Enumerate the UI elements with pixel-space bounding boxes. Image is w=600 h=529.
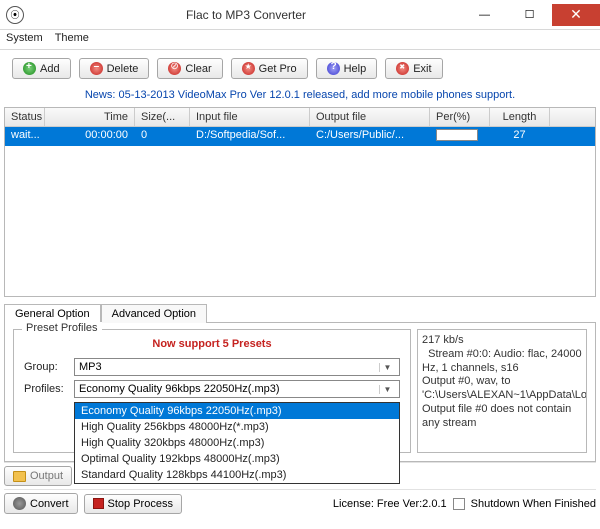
preset-support-text: Now support 5 Presets: [24, 338, 400, 350]
col-per[interactable]: Per(%): [430, 108, 490, 126]
gear-icon: [13, 497, 26, 510]
profiles-value: Economy Quality 96kbps 22050Hz(.mp3): [79, 383, 379, 395]
output-button[interactable]: Output: [4, 466, 72, 486]
add-icon: [23, 62, 36, 75]
cell-status: wait...: [5, 127, 45, 146]
col-status[interactable]: Status: [5, 108, 45, 126]
preset-profiles-group: Preset Profiles Now support 5 Presets Gr…: [13, 329, 411, 453]
stop-label: Stop Process: [108, 498, 173, 510]
convert-button[interactable]: Convert: [4, 493, 78, 514]
news-link[interactable]: News: 05-13-2013 VideoMax Pro Ver 12.0.1…: [0, 87, 600, 107]
delete-button[interactable]: Delete: [79, 58, 150, 79]
cell-input: D:/Softpedia/Sof...: [190, 127, 310, 146]
group-combo[interactable]: MP3 ▼: [74, 358, 400, 376]
profiles-label: Profiles:: [24, 383, 70, 395]
shutdown-checkbox[interactable]: [453, 498, 465, 510]
getpro-label: Get Pro: [259, 63, 297, 75]
folder-icon: [13, 471, 26, 482]
add-label: Add: [40, 63, 60, 75]
chevron-down-icon: ▼: [379, 385, 395, 394]
clear-label: Clear: [185, 63, 211, 75]
shutdown-label: Shutdown When Finished: [471, 498, 596, 510]
help-label: Help: [344, 63, 367, 75]
profile-option[interactable]: Economy Quality 96kbps 22050Hz(.mp3): [75, 403, 399, 419]
help-button[interactable]: Help: [316, 58, 378, 79]
cell-per: [430, 127, 490, 146]
close-button[interactable]: ✕: [552, 4, 600, 26]
cell-size: 0: [135, 127, 190, 146]
cell-time: 00:00:00: [45, 127, 135, 146]
cell-length: 27: [490, 127, 550, 146]
file-table: Status Time Size(... Input file Output f…: [4, 107, 596, 297]
table-row[interactable]: wait... 00:00:00 0 D:/Softpedia/Sof... C…: [5, 127, 595, 146]
profile-option[interactable]: Standard Quality 128kbps 44100Hz(.mp3): [75, 467, 399, 483]
clear-icon: [168, 62, 181, 75]
tab-advanced[interactable]: Advanced Option: [101, 304, 207, 323]
stop-icon: [93, 498, 104, 509]
cell-output: C:/Users/Public/...: [310, 127, 430, 146]
preset-legend: Preset Profiles: [22, 322, 102, 334]
exit-button[interactable]: Exit: [385, 58, 442, 79]
profile-option[interactable]: High Quality 320kbps 48000Hz(.mp3): [75, 435, 399, 451]
output-label: Output: [30, 470, 63, 482]
convert-label: Convert: [30, 498, 69, 510]
exit-icon: [396, 62, 409, 75]
col-time[interactable]: Time: [45, 108, 135, 126]
profile-option[interactable]: Optimal Quality 192kbps 48000Hz(.mp3): [75, 451, 399, 467]
col-output[interactable]: Output file: [310, 108, 430, 126]
col-input[interactable]: Input file: [190, 108, 310, 126]
maximize-button[interactable]: ☐: [507, 4, 552, 26]
table-header: Status Time Size(... Input file Output f…: [5, 108, 595, 127]
app-icon: ⦿: [6, 6, 24, 24]
stop-button[interactable]: Stop Process: [84, 494, 182, 514]
col-length[interactable]: Length: [490, 108, 550, 126]
add-button[interactable]: Add: [12, 58, 71, 79]
delete-label: Delete: [107, 63, 139, 75]
group-value: MP3: [79, 361, 379, 373]
profile-option[interactable]: High Quality 256kbps 48000Hz(*.mp3): [75, 419, 399, 435]
stream-info-text: 217 kb/s Stream #0:0: Audio: flac, 24000…: [422, 334, 582, 430]
menu-theme[interactable]: Theme: [55, 32, 89, 47]
profiles-dropdown: Economy Quality 96kbps 22050Hz(.mp3) Hig…: [74, 402, 400, 484]
stream-info-pane: 217 kb/s Stream #0:0: Audio: flac, 24000…: [417, 329, 587, 453]
progress-bar: [436, 129, 478, 141]
menu-system[interactable]: System: [6, 32, 43, 47]
help-icon: [327, 62, 340, 75]
license-text: License: Free Ver:2.0.1: [333, 498, 447, 510]
window-title: Flac to MP3 Converter: [30, 8, 462, 22]
chevron-down-icon: ▼: [379, 363, 395, 372]
delete-icon: [90, 62, 103, 75]
star-icon: [242, 62, 255, 75]
group-label: Group:: [24, 361, 70, 373]
profiles-combo[interactable]: Economy Quality 96kbps 22050Hz(.mp3) ▼: [74, 380, 400, 398]
tab-general[interactable]: General Option: [4, 304, 101, 323]
col-size[interactable]: Size(...: [135, 108, 190, 126]
minimize-button[interactable]: —: [462, 4, 507, 26]
clear-button[interactable]: Clear: [157, 58, 222, 79]
getpro-button[interactable]: Get Pro: [231, 58, 308, 79]
exit-label: Exit: [413, 63, 431, 75]
